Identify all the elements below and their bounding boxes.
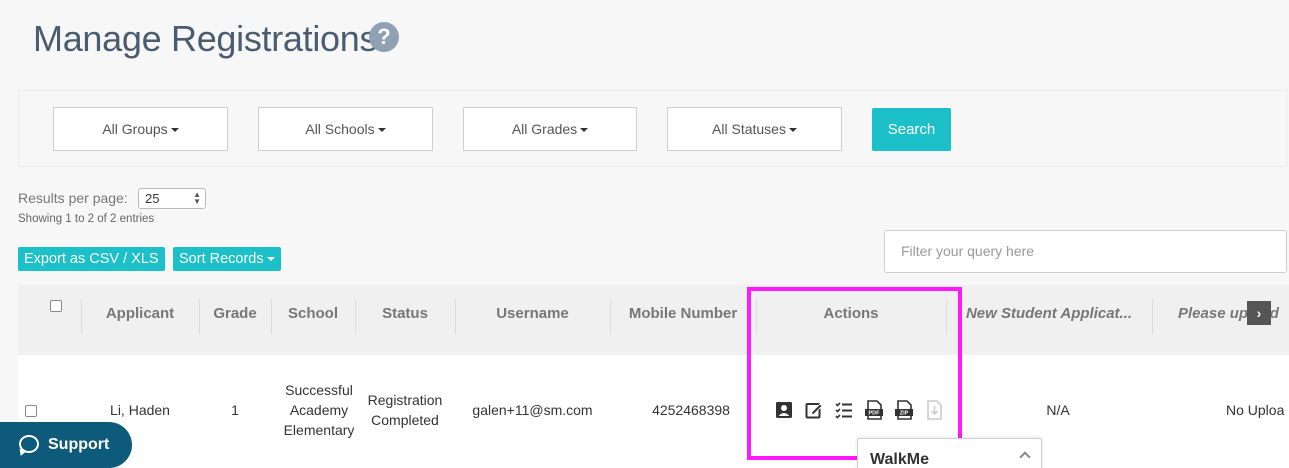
- caret-down-icon: [266, 257, 275, 262]
- caret-down-icon: [580, 128, 589, 133]
- groups-dropdown-label: All Groups: [102, 121, 168, 137]
- statuses-dropdown-label: All Statuses: [712, 121, 786, 137]
- caret-down-icon: [377, 128, 386, 133]
- grades-dropdown-label: All Grades: [511, 121, 578, 137]
- groups-dropdown[interactable]: All Groups: [53, 107, 228, 151]
- results-per-page-label: Results per page:: [18, 190, 128, 206]
- cell-username: galen+11@sm.com: [472, 402, 593, 418]
- header-grade[interactable]: Grade: [199, 285, 271, 355]
- results-per-page-select[interactable]: 25 ▲ ▼: [138, 188, 206, 209]
- cell-status-line: Completed: [371, 412, 439, 428]
- header-new-student-application[interactable]: New Student Applicat...: [946, 285, 1152, 355]
- cell-school: Successful Academy Elementary: [271, 380, 367, 440]
- export-csv-button[interactable]: Export as CSV / XLS: [18, 247, 165, 271]
- cell-applicant[interactable]: Li, Haden: [81, 400, 199, 420]
- support-button[interactable]: Support: [0, 422, 132, 468]
- search-button[interactable]: Search: [872, 108, 951, 151]
- cell-status-line: Registration: [367, 392, 443, 408]
- grades-dropdown[interactable]: All Grades: [463, 107, 637, 151]
- cell-school-line: Successful: [285, 382, 353, 398]
- select-all-checkbox[interactable]: [50, 300, 62, 312]
- caret-down-icon: [170, 128, 179, 133]
- header-school[interactable]: School: [271, 285, 355, 355]
- support-label: Support: [48, 436, 110, 453]
- sort-records-label: Sort Records: [179, 251, 264, 267]
- cell-status: Registration Completed: [355, 390, 455, 430]
- showing-entries-text: Showing 1 to 2 of 2 entries: [18, 213, 155, 225]
- cell-new-student-application: N/A: [1046, 402, 1070, 418]
- caret-down-icon: [788, 128, 797, 133]
- walkme-widget[interactable]: WalkMe: [857, 438, 1042, 468]
- statuses-dropdown[interactable]: All Statuses: [667, 107, 842, 151]
- header-mobile-number[interactable]: Mobile Number: [610, 285, 756, 355]
- scroll-right-icon[interactable]: ›: [1247, 301, 1271, 325]
- header-status[interactable]: Status: [355, 285, 455, 355]
- cell-grade: 1: [231, 402, 239, 418]
- results-per-page-value: 25: [145, 191, 160, 206]
- chevron-up-icon[interactable]: [1019, 451, 1031, 463]
- schools-dropdown[interactable]: All Schools: [258, 107, 433, 151]
- actions-highlight-box: [747, 287, 962, 460]
- sort-records-button[interactable]: Sort Records: [173, 247, 281, 271]
- stepper-arrows-icon: ▲ ▼: [193, 190, 201, 206]
- walkme-label: WalkMe: [870, 451, 929, 468]
- table-header: Applicant Grade School Status Username M…: [18, 285, 1289, 355]
- schools-dropdown-label: All Schools: [305, 121, 375, 137]
- chat-bubble-icon: [19, 435, 39, 453]
- filter-query-input[interactable]: Filter your query here: [884, 230, 1287, 273]
- header-username[interactable]: Username: [455, 285, 610, 355]
- registrations-table: Applicant Grade School Status Username M…: [18, 285, 1289, 468]
- row-checkbox[interactable]: [25, 405, 37, 417]
- cell-school-line: Academy: [289, 402, 349, 418]
- cell-school-line: Elementary: [283, 422, 355, 438]
- page-title: Manage Registrations: [33, 18, 378, 59]
- header-applicant[interactable]: Applicant: [81, 285, 199, 355]
- cell-please-upload: No Uploa: [1226, 402, 1285, 418]
- question-circle-icon[interactable]: ?: [369, 22, 399, 52]
